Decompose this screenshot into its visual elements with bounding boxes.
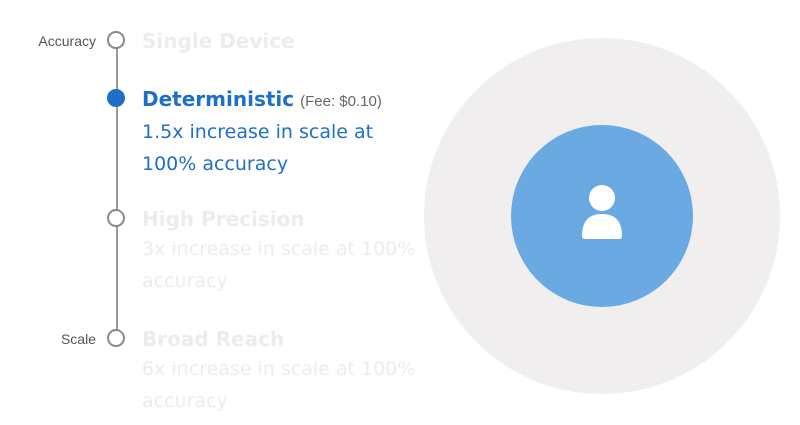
fee-label: (Fee: $0.10) [300, 93, 382, 110]
option-high-precision[interactable]: High Precision 3x increase in scale at 1… [142, 207, 432, 297]
slider-stop-deterministic[interactable] [107, 89, 125, 107]
option-single-device[interactable]: Single Device [142, 29, 432, 53]
slider-stop-high-precision[interactable] [107, 209, 125, 227]
option-description: 6x increase in scale at 100% accuracy [142, 358, 416, 412]
user-icon [582, 185, 622, 239]
audience-accuracy-slider-panel: Accuracy Scale Single Device Determinist… [0, 0, 800, 425]
option-broad-reach[interactable]: Broad Reach 6x increase in scale at 100%… [142, 327, 432, 417]
option-description: 1.5x increase in scale at 100% accuracy [142, 121, 374, 175]
option-title: Deterministic (Fee: $0.10) [142, 87, 432, 114]
slider-stop-single-device[interactable] [107, 31, 125, 49]
option-title: Broad Reach [142, 327, 285, 351]
option-title: High Precision [142, 207, 305, 231]
option-deterministic[interactable]: Deterministic (Fee: $0.10) 1.5x increase … [142, 87, 432, 180]
option-description: 3x increase in scale at 100% accuracy [142, 238, 416, 292]
accuracy-axis-label: Accuracy [38, 33, 96, 49]
option-title-text: Deterministic [142, 87, 295, 111]
scale-axis-label: Scale [60, 331, 96, 347]
option-title: Single Device [142, 29, 295, 53]
slider-stop-broad-reach[interactable] [107, 329, 125, 347]
